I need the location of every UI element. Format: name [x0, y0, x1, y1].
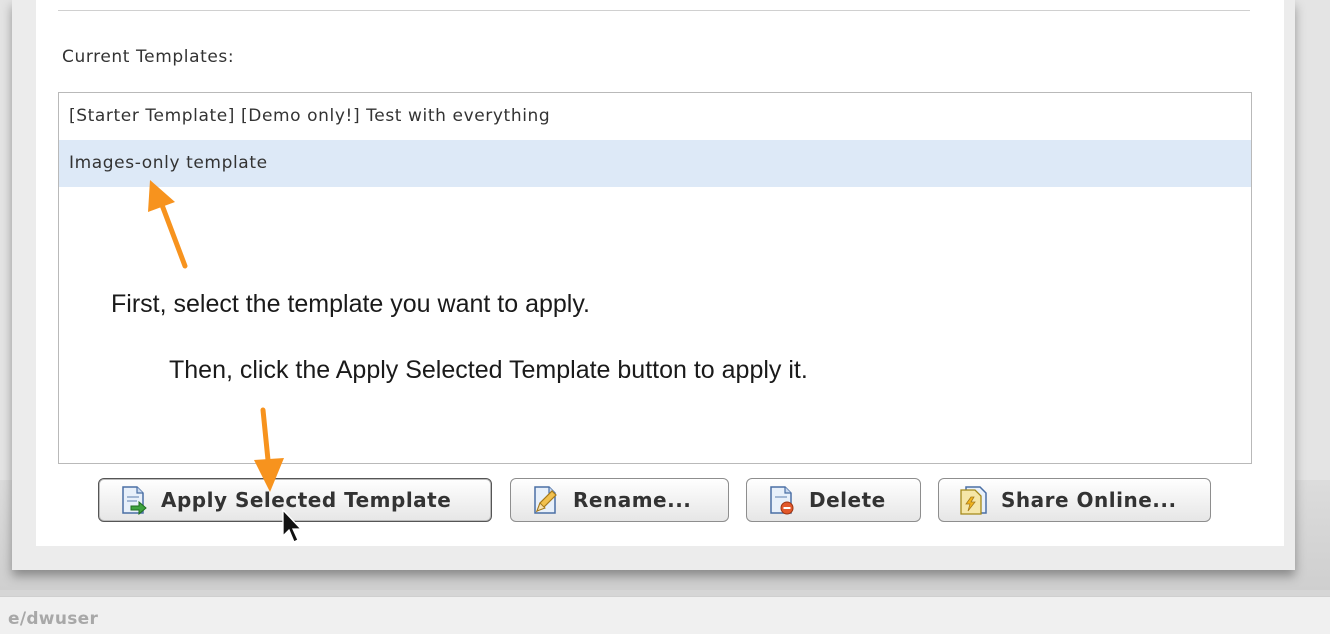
current-templates-label: Current Templates:: [62, 47, 235, 67]
button-row: Apply Selected Template Rename... Delete…: [36, 478, 1284, 526]
templates-list[interactable]: [Starter Template] [Demo only!] Test wit…: [58, 92, 1252, 464]
dialog-content: Current Templates: [Starter Template] [D…: [36, 0, 1284, 546]
background-path-text: e/dwuser: [8, 609, 99, 629]
rename-button-label: Rename...: [573, 488, 692, 512]
document-delete-icon: [765, 484, 797, 516]
background-status-bar: [0, 596, 1330, 634]
document-share-icon: [957, 484, 989, 516]
apply-selected-template-button[interactable]: Apply Selected Template: [98, 478, 492, 522]
instruction-step-2: Then, click the Apply Selected Template …: [169, 356, 808, 384]
rename-button[interactable]: Rename...: [510, 478, 729, 522]
templates-dialog: Current Templates: [Starter Template] [D…: [12, 0, 1295, 570]
template-list-item-selected[interactable]: Images-only template: [59, 140, 1251, 187]
share-online-button-label: Share Online...: [1001, 488, 1177, 512]
delete-button-label: Delete: [809, 488, 886, 512]
apply-button-label: Apply Selected Template: [161, 488, 452, 512]
document-rename-icon: [529, 484, 561, 516]
divider: [58, 10, 1250, 11]
document-apply-icon: [117, 484, 149, 516]
delete-button[interactable]: Delete: [746, 478, 921, 522]
template-list-item[interactable]: [Starter Template] [Demo only!] Test wit…: [59, 93, 1251, 140]
share-online-button[interactable]: Share Online...: [938, 478, 1211, 522]
instruction-step-1: First, select the template you want to a…: [111, 290, 590, 318]
